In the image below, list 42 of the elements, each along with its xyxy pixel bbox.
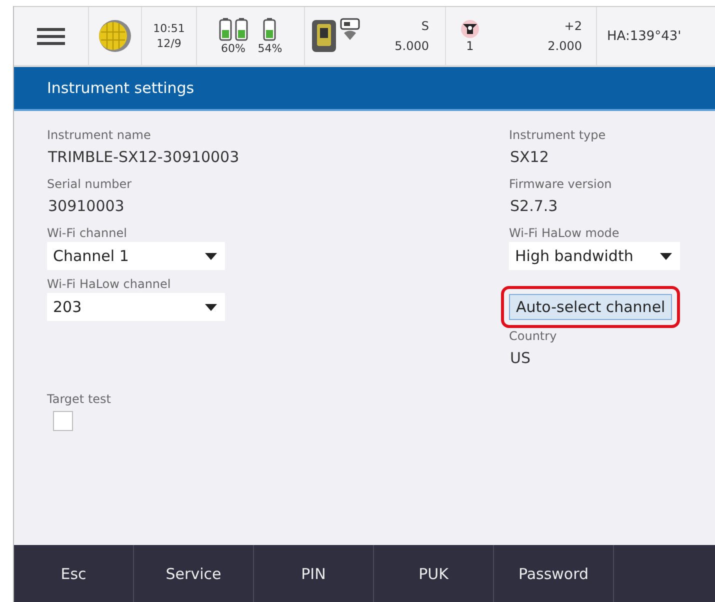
globe-icon[interactable] [98, 19, 132, 53]
time-text: 10:51 [153, 21, 185, 36]
field-label: Wi-Fi HaLow channel [47, 276, 172, 293]
dropdown[interactable]: High bandwidth [509, 242, 680, 270]
battery-percent: 60% [221, 42, 246, 55]
field-label: Wi-Fi HaLow mode [509, 225, 620, 242]
menu-icon[interactable] [37, 26, 65, 46]
battery-percent: 54% [258, 42, 282, 55]
field-label: Country [509, 328, 558, 345]
caret-icon [205, 304, 217, 310]
checkbox-label: Target test [47, 391, 111, 408]
target-value: 2.000 [548, 39, 582, 53]
angle-readout: HA:139°43' [606, 28, 682, 46]
instrument-value: 5.000 [394, 39, 429, 53]
field-value: US [510, 348, 532, 369]
field-label: Firmware version [509, 176, 613, 193]
caret-icon [660, 252, 672, 260]
page-title: Instrument settings [14, 67, 715, 111]
target-number: 1 [466, 39, 474, 53]
radio-icon [340, 18, 360, 30]
date-text: 12/9 [156, 36, 182, 51]
field-label: Serial number [47, 176, 133, 193]
prism-icon[interactable] [460, 19, 480, 39]
field-label: Instrument name [47, 127, 152, 144]
total-station-icon[interactable] [311, 18, 337, 54]
field-value: S2.7.3 [510, 196, 559, 217]
auto-select-button[interactable]: Auto-select channel [509, 294, 672, 320]
target-offset: +2 [564, 19, 582, 33]
battery-icon [234, 17, 248, 41]
caret-icon [205, 252, 217, 260]
wifi-icon [343, 30, 357, 40]
dropdown[interactable]: 203 [47, 293, 225, 321]
instrument-mode: S [421, 19, 429, 33]
field-label: Instrument type [509, 127, 607, 144]
field-value: TRIMBLE-SX12-30910003 [48, 147, 240, 168]
checkbox[interactable] [53, 411, 73, 431]
battery-icon [218, 17, 232, 41]
dropdown[interactable]: Channel 1 [47, 242, 225, 270]
battery-icon [263, 17, 276, 41]
field-value: 30910003 [48, 196, 126, 217]
field-label: Wi-Fi channel [47, 225, 128, 242]
field-value: SX12 [510, 147, 550, 168]
